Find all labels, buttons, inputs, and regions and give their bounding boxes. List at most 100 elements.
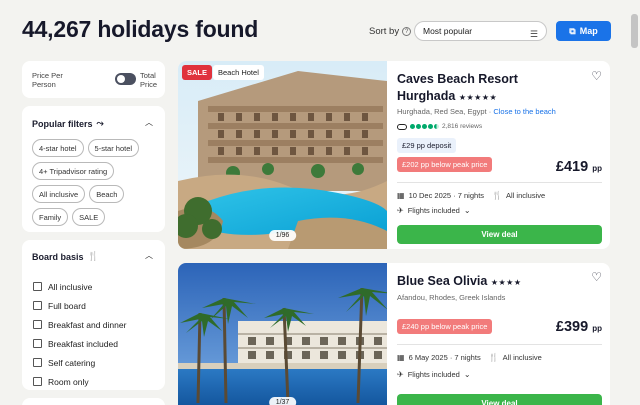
scrollbar-thumb[interactable]	[631, 14, 638, 48]
filter-chip[interactable]: 4+ Tripadvisor rating	[32, 162, 115, 180]
board-basis-header[interactable]: Board basis 🍴	[32, 251, 99, 262]
hotel-name[interactable]: Caves Beach Resort Hurghada ★★★★★	[397, 71, 577, 106]
view-deal-button[interactable]: View deal	[397, 225, 602, 244]
plane-icon: ✈	[397, 206, 404, 215]
filter-chip[interactable]: All inclusive	[32, 185, 86, 203]
hotel-info: Blue Sea Olivia ★★★★ ♡ Afandou, Rhodes, …	[397, 263, 610, 405]
hotel-photo[interactable]: 1/37	[178, 263, 387, 405]
price: £399 pp	[556, 319, 602, 335]
heart-icon[interactable]: ♡	[591, 69, 602, 83]
board-basis-title: Board basis	[32, 251, 84, 262]
filter-chip[interactable]: 5-star hotel	[87, 139, 140, 157]
review-count: 2,816 reviews	[442, 123, 483, 130]
popular-filters-title: Popular filters	[32, 118, 93, 129]
checkbox[interactable]	[33, 377, 42, 386]
cutlery-icon: 🍴	[488, 353, 499, 362]
cutlery-icon: 🍴	[87, 251, 99, 261]
hotel-type-badge: Beach Hotel	[213, 65, 264, 80]
plane-icon: ✈	[397, 370, 404, 379]
star-rating: ★★★★	[490, 278, 522, 287]
heart-icon[interactable]: ♡	[591, 270, 602, 284]
price-unit: pp	[592, 324, 602, 333]
map-icon: ⧉	[569, 25, 576, 36]
image-counter: 1/96	[268, 230, 297, 241]
checkbox[interactable]	[33, 320, 42, 329]
hotel-name-line2: Hurghada	[397, 89, 456, 103]
filter-chip[interactable]: 4-star hotel	[32, 139, 84, 157]
hotel-card[interactable]: 1/37 Blue Sea Olivia ★★★★ ♡ Afandou, Rho…	[178, 263, 610, 405]
trip-dates: 10 Dec 2025 · 7 nights	[408, 191, 485, 200]
location-text: Afandou, Rhodes, Greek Islands	[397, 293, 506, 302]
divider	[397, 182, 602, 183]
hotel-name[interactable]: Blue Sea Olivia ★★★★	[397, 273, 577, 291]
sort-select[interactable]: Most popular ☰	[414, 21, 547, 41]
board-option[interactable]: Self catering	[33, 353, 126, 372]
checkbox[interactable]	[33, 301, 42, 310]
popular-filters-header[interactable]: Popular filters ⤳	[32, 118, 104, 129]
beach-link[interactable]: Close to the beach	[493, 107, 556, 116]
checkbox[interactable]	[33, 282, 42, 291]
info-icon[interactable]: ?	[402, 27, 412, 36]
view-deal-button[interactable]: View deal	[397, 394, 602, 405]
board-type: All inclusive	[506, 191, 546, 200]
price-per-person-label: Price Per Person	[32, 71, 63, 89]
checkbox[interactable]	[33, 339, 42, 348]
calendar-icon: ▦	[397, 353, 405, 362]
chevron-up-icon[interactable]: ︿	[145, 117, 153, 128]
flights-label: Flights included	[407, 206, 460, 215]
filter-chip[interactable]: SALE	[72, 208, 106, 226]
flights-toggle[interactable]: ✈ Flights included ⌄	[397, 370, 471, 379]
rating-dots	[410, 124, 439, 129]
board-option[interactable]: Full board	[33, 296, 126, 315]
trip-dates: 6 May 2025 · 7 nights	[408, 353, 481, 362]
hotel-photo[interactable]: SALE Beach Hotel 1/96	[178, 61, 387, 249]
sort-options-icon: ☰	[529, 29, 538, 39]
hotel-info: Caves Beach Resort Hurghada ★★★★★ ♡ Hurg…	[397, 61, 610, 249]
hotel-photo-image	[178, 61, 387, 249]
board-option[interactable]: All inclusive	[33, 277, 126, 296]
board-option-label: All inclusive	[48, 281, 93, 292]
star-rating: ★★★★★	[458, 93, 498, 102]
hotel-photo-image	[178, 263, 387, 405]
board-option[interactable]: Breakfast and dinner	[33, 315, 126, 334]
sort-by-label: Sort by ?	[369, 26, 412, 37]
board-option-label: Self catering	[48, 357, 96, 368]
image-counter: 1/37	[268, 397, 297, 405]
board-option[interactable]: Breakfast included	[33, 334, 126, 353]
board-option[interactable]: Room only	[33, 372, 126, 391]
hotel-card[interactable]: SALE Beach Hotel 1/96 Caves Beach Resort…	[178, 61, 610, 249]
sort-select-value: Most popular	[423, 26, 473, 36]
price-amount: £399	[555, 319, 589, 335]
board-option-label: Room only	[48, 376, 89, 387]
chevron-up-icon[interactable]: ︿	[145, 250, 153, 261]
map-button-label: Map	[579, 26, 598, 36]
peak-price-badge: £202 pp below peak price	[397, 157, 493, 172]
trend-icon: ⤳	[96, 118, 104, 128]
flights-label: Flights included	[407, 370, 460, 379]
sale-badge: SALE	[182, 65, 213, 80]
price-unit: pp	[592, 164, 602, 173]
flights-toggle[interactable]: ✈ Flights included ⌄	[397, 206, 471, 215]
hotel-name-line1: Caves Beach Resort	[397, 72, 518, 86]
trip-details: ▦ 6 May 2025 · 7 nights 🍴 All inclusive	[397, 353, 542, 362]
price-mode-toggle[interactable]	[115, 73, 136, 85]
divider	[397, 344, 602, 345]
filter-chip[interactable]: Family	[32, 208, 69, 226]
trip-details: ▦ 10 Dec 2025 · 7 nights 🍴 All inclusive	[397, 191, 545, 200]
results-count-title: 44,267 holidays found	[22, 16, 259, 42]
map-button[interactable]: ⧉ Map	[556, 21, 611, 41]
page-scrollbar[interactable]	[631, 8, 638, 398]
filter-chip[interactable]: Beach	[89, 185, 125, 203]
checkbox[interactable]	[33, 358, 42, 367]
tripadvisor-rating[interactable]: 2,816 reviews	[397, 123, 482, 130]
sort-by-text: Sort by	[369, 26, 400, 37]
hotel-location: Hurghada, Red Sea, Egypt · Close to the …	[397, 107, 556, 116]
board-basis-panel: Board basis 🍴 ︿ All inclusive Full board…	[22, 240, 165, 390]
board-type: All inclusive	[502, 353, 542, 362]
board-option-label: Full board	[48, 300, 86, 311]
popular-filters-panel: Popular filters ⤳ ︿ 4-star hotel 5-star …	[22, 106, 165, 232]
filter-chips: 4-star hotel 5-star hotel 4+ Tripadvisor…	[32, 139, 162, 226]
board-option-label: Breakfast included	[48, 338, 118, 349]
price: £419 pp	[556, 159, 602, 175]
deposit-badge: £29 pp deposit	[397, 138, 457, 153]
